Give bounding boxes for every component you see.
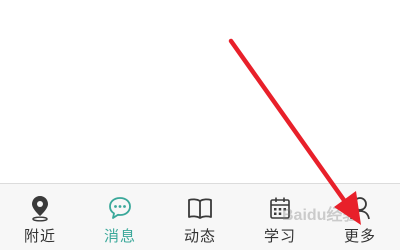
tab-nearby-label: 附近 — [23, 227, 56, 245]
tab-feed[interactable]: 动态 — [160, 184, 240, 250]
open-book-icon — [185, 193, 215, 223]
person-icon — [345, 193, 375, 223]
message-content-area — [0, 0, 400, 183]
tab-more-label: 更多 — [343, 227, 376, 245]
tab-messages-label: 消息 — [103, 227, 136, 245]
tab-study-label: 学习 — [263, 227, 296, 245]
tab-more[interactable]: 更多 — [320, 184, 400, 250]
app-screen: 附近 消息 动态 学习 更多 Baidu经验 — [0, 0, 400, 250]
tab-feed-label: 动态 — [183, 227, 216, 245]
tab-nearby[interactable]: 附近 — [0, 184, 80, 250]
tab-study[interactable]: 学习 — [240, 184, 320, 250]
bottom-tab-bar: 附近 消息 动态 学习 更多 — [0, 183, 400, 250]
tab-messages[interactable]: 消息 — [80, 184, 160, 250]
chat-bubble-icon — [105, 193, 135, 223]
location-pin-icon — [25, 193, 55, 223]
calendar-icon — [265, 193, 295, 223]
